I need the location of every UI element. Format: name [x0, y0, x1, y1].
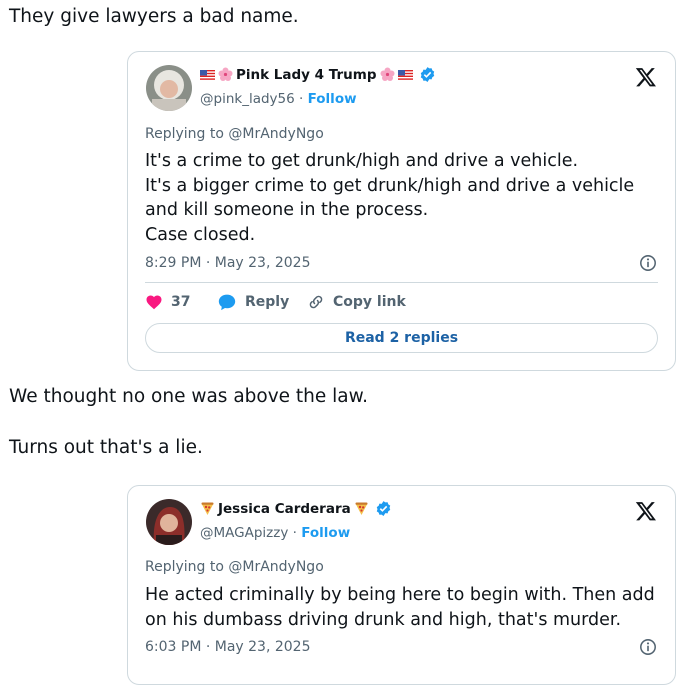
read-replies-button[interactable]: Read 2 replies	[145, 323, 658, 353]
embedded-tweet-card[interactable]: Jessica Carderara @MAGApizzy · Follow Re…	[127, 485, 676, 685]
copy-link-label: Copy link	[333, 294, 406, 310]
post-paragraph: We thought no one was above the law.	[9, 386, 368, 407]
link-icon	[309, 295, 323, 309]
reply-label: Reply	[245, 294, 290, 310]
tweet-body: It's a crime to get drunk/high and drive…	[145, 149, 634, 247]
follow-button[interactable]: Follow	[301, 525, 350, 541]
author-name-row[interactable]: Jessica Carderara	[200, 500, 392, 517]
display-name[interactable]: Jessica Carderara	[218, 501, 351, 517]
post-paragraph: Turns out that's a lie.	[9, 437, 203, 458]
like-count: 37	[171, 294, 191, 310]
tweet-body: He acted criminally by being here to beg…	[145, 583, 655, 632]
tweet-line: and kill someone in the process.	[145, 200, 429, 220]
handle-row: @pink_lady56 · Follow	[200, 91, 357, 107]
info-icon[interactable]	[639, 638, 657, 656]
follow-button[interactable]: Follow	[308, 91, 357, 107]
info-icon[interactable]	[639, 254, 657, 272]
reply-bubble-icon	[218, 294, 236, 311]
avatar[interactable]	[146, 499, 192, 545]
avatar[interactable]	[146, 65, 192, 111]
heart-icon	[146, 295, 162, 310]
cherry-blossom-icon	[380, 67, 395, 81]
replying-to[interactable]: Replying to @MrAndyNgo	[145, 126, 324, 142]
pizza-icon	[201, 502, 214, 515]
tweet-line: on his dumbass driving drunk and high, t…	[145, 609, 622, 630]
flag-us-icon	[200, 70, 215, 80]
tweet-line: Case closed.	[145, 224, 256, 245]
tweet-line: It's a crime to get drunk/high and drive…	[145, 151, 579, 171]
verified-badge-icon	[376, 501, 390, 516]
tweet-line: It's a bigger crime to get drunk/high an…	[145, 175, 635, 196]
like-button[interactable]: 37	[145, 293, 217, 311]
verified-badge-icon	[420, 67, 434, 82]
flag-us-icon	[397, 70, 413, 80]
handle[interactable]: @pink_lady56	[200, 91, 295, 107]
embedded-tweet-card[interactable]: Pink Lady 4 Trump @pink_lady56 · Follow …	[127, 51, 676, 371]
separator: ·	[292, 525, 297, 541]
action-bar: 37 Reply Copy link	[145, 293, 406, 311]
replying-to[interactable]: Replying to @MrAndyNgo	[145, 559, 324, 575]
divider	[145, 282, 658, 283]
handle-row: @MAGApizzy · Follow	[200, 525, 350, 541]
timestamp[interactable]: 6:03 PM · May 23, 2025	[145, 639, 311, 655]
timestamp[interactable]: 8:29 PM · May 23, 2025	[145, 255, 311, 271]
pizza-icon	[355, 502, 368, 515]
display-name[interactable]: Pink Lady 4 Trump	[236, 67, 377, 83]
author-name-row[interactable]: Pink Lady 4 Trump	[200, 66, 436, 83]
reply-button[interactable]: Reply	[217, 293, 307, 311]
x-logo-icon[interactable]	[635, 500, 657, 522]
copy-link-button[interactable]: Copy link	[307, 293, 406, 311]
post-paragraph: They give lawyers a bad name.	[9, 6, 299, 27]
x-logo-icon[interactable]	[635, 66, 657, 88]
cherry-blossom-icon	[218, 67, 233, 81]
separator: ·	[299, 91, 304, 107]
tweet-line: He acted criminally by being here to beg…	[145, 585, 655, 605]
handle[interactable]: @MAGApizzy	[200, 525, 288, 541]
